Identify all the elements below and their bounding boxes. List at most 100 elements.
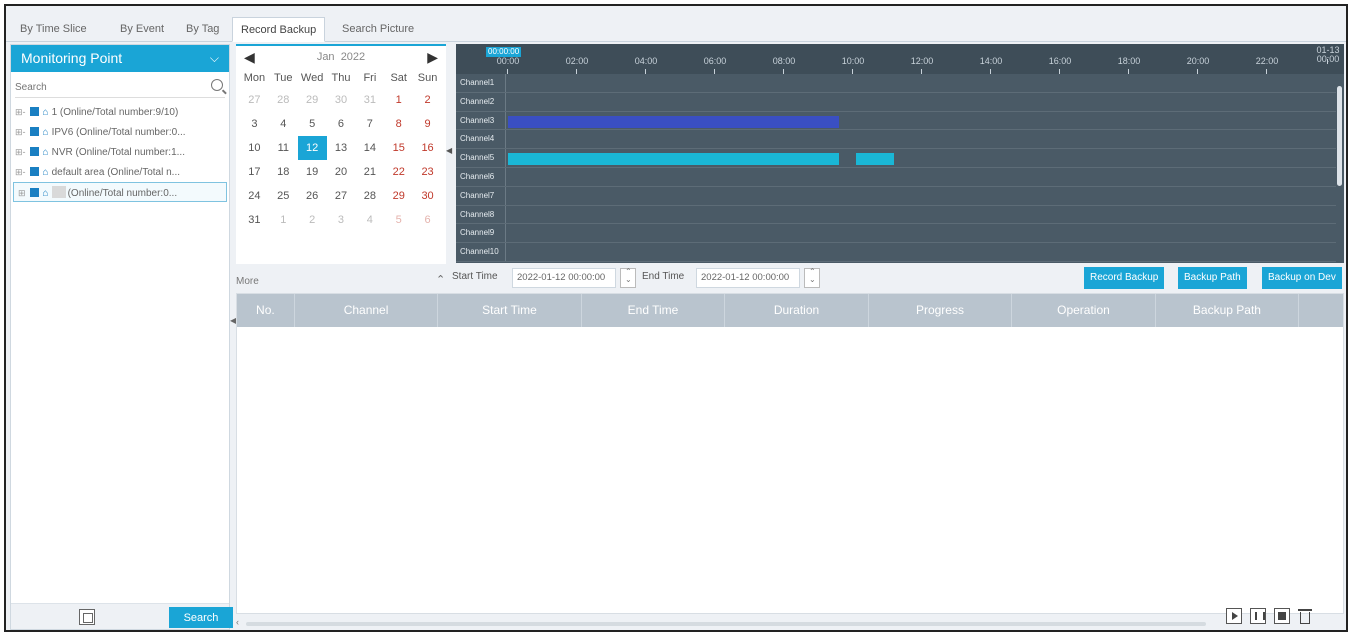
calendar-day[interactable]: 7 [355, 112, 384, 136]
start-time-spinner[interactable] [620, 267, 636, 288]
timeline-channel-row[interactable]: Channel7 [456, 186, 1344, 206]
calendar-day[interactable]: 10 [240, 136, 269, 160]
calendar-day[interactable]: 24 [240, 184, 269, 208]
backup-on-dev-button[interactable]: Backup on Dev [1262, 267, 1342, 289]
calendar-day[interactable]: 30 [413, 184, 442, 208]
calendar-day[interactable]: 16 [413, 136, 442, 160]
expand-icon[interactable]: ⊞- [15, 127, 26, 137]
calendar-day[interactable]: 1 [269, 208, 298, 232]
timeline-ruler[interactable]: 00:00:00 00:00 02:00 04:00 06:00 08:00 10:00 1… [456, 44, 1344, 74]
calendar-day[interactable]: 2 [298, 208, 327, 232]
expand-icon[interactable]: ⊞ [18, 188, 26, 198]
snapshot-icon[interactable] [79, 609, 95, 625]
calendar-day[interactable]: 1 [384, 88, 413, 112]
scroll-thumb[interactable] [246, 622, 1206, 626]
calendar-day[interactable]: 21 [355, 160, 384, 184]
search-input[interactable] [15, 78, 195, 96]
calendar-day[interactable]: 29 [298, 88, 327, 112]
timeline-channel-row[interactable]: Channel2 [456, 92, 1344, 112]
calendar-day[interactable]: 13 [327, 136, 356, 160]
calendar-day[interactable]: 11 [269, 136, 298, 160]
calendar-day[interactable]: 8 [384, 112, 413, 136]
tree-item[interactable]: ⊞- ⌂ 1 (Online/Total number:9/10) [11, 102, 229, 122]
checkbox[interactable] [29, 167, 39, 176]
calendar-day[interactable]: 17 [240, 160, 269, 184]
tree-item[interactable]: ⊞- ⌂ NVR (Online/Total number:1... [11, 142, 229, 162]
calendar-day[interactable]: 6 [327, 112, 356, 136]
tab-search-picture[interactable]: Search Picture [334, 17, 422, 42]
tab-record-backup[interactable]: Record Backup [232, 17, 326, 42]
table-hscrollbar[interactable]: ‹ [236, 617, 1216, 627]
calendar-day-selected[interactable]: 12 [297, 136, 327, 160]
calendar-day[interactable]: 18 [269, 160, 298, 184]
start-time-input[interactable]: 2022-01-12 00:00:00 [512, 268, 616, 288]
timeline-channel-row[interactable]: Channel3 [456, 111, 1344, 131]
expand-icon[interactable]: ⊞- [15, 107, 26, 117]
tab-by-time-slice[interactable]: By Time Slice [12, 17, 95, 42]
timeline-channel-row[interactable]: Channel1 [456, 74, 1344, 93]
pause-icon[interactable] [1250, 608, 1266, 624]
calendar-day[interactable]: 9 [413, 112, 442, 136]
tree-item[interactable]: ⊞- ⌂ default area (Online/Total n... [11, 162, 229, 182]
scroll-left-icon[interactable]: ‹ [236, 617, 239, 627]
calendar-day[interactable]: 28 [355, 184, 384, 208]
calendar-day[interactable]: 5 [384, 208, 413, 232]
checkbox[interactable] [29, 107, 39, 116]
more-label[interactable]: More [236, 276, 259, 287]
backup-path-button[interactable]: Backup Path [1178, 267, 1247, 289]
calendar-day[interactable]: 2 [413, 88, 442, 112]
calendar-day[interactable]: 5 [298, 112, 327, 136]
calendar-day[interactable]: 20 [327, 160, 356, 184]
calendar-day[interactable]: 28 [269, 88, 298, 112]
stop-icon[interactable] [1274, 608, 1290, 624]
delete-icon[interactable] [1298, 607, 1312, 625]
record-backup-button[interactable]: Record Backup [1084, 267, 1165, 289]
calendar-day[interactable]: 26 [298, 184, 327, 208]
chevron-down-icon[interactable]: ⌵ [210, 45, 219, 72]
timeline-channel-row[interactable]: Channel4 [456, 130, 1344, 150]
next-month-icon[interactable]: ▶ [427, 46, 438, 68]
timeline-channel-row[interactable]: Channel5 [456, 149, 1344, 168]
calendar-day[interactable]: 22 [384, 160, 413, 184]
calendar-day[interactable]: 25 [269, 184, 298, 208]
calendar-day[interactable]: 27 [240, 88, 269, 112]
tree-item-selected[interactable]: ⊞ ⌂ (Online/Total number:0... [13, 182, 227, 202]
calendar-day[interactable]: 14 [355, 136, 384, 160]
timeline-channel-row[interactable]: Channel6 [456, 167, 1344, 187]
calendar-day[interactable]: 31 [240, 208, 269, 232]
collapse-up-icon[interactable]: ⌃ [436, 273, 445, 286]
expand-icon[interactable]: ⊞- [15, 147, 26, 157]
calendar-day[interactable]: 30 [327, 88, 356, 112]
calendar-day[interactable]: 3 [327, 208, 356, 232]
calendar-day[interactable]: 27 [327, 184, 356, 208]
calendar-day[interactable]: 15 [384, 136, 413, 160]
collapse-calendar-handle[interactable]: ◀ [446, 146, 452, 155]
recording-segment[interactable] [856, 153, 895, 166]
checkbox[interactable] [29, 127, 39, 136]
expand-icon[interactable]: ⊞- [15, 167, 26, 177]
calendar-day[interactable]: 19 [298, 160, 327, 184]
timeline-channel-row[interactable]: Channel8 [456, 205, 1344, 225]
calendar-day[interactable]: 6 [413, 208, 442, 232]
calendar-day[interactable]: 23 [413, 160, 442, 184]
calendar-day[interactable]: 4 [355, 208, 384, 232]
search-icon[interactable] [211, 79, 223, 91]
end-time-spinner[interactable] [804, 267, 820, 288]
play-icon[interactable] [1226, 608, 1242, 624]
tree-item[interactable]: ⊞- ⌂ IPV6 (Online/Total number:0... [11, 122, 229, 142]
recording-segment[interactable] [508, 153, 840, 166]
checkbox[interactable] [29, 188, 39, 197]
monitoring-point-header[interactable]: Monitoring Point ⌵ [11, 45, 229, 72]
tab-by-event[interactable]: By Event [112, 17, 172, 42]
timeline-channel-row[interactable]: Channel9 [456, 224, 1344, 244]
timeline-channel-row[interactable]: Channel10 [456, 243, 1344, 262]
recording-segment[interactable] [508, 115, 840, 128]
calendar-day[interactable]: 29 [384, 184, 413, 208]
checkbox[interactable] [29, 147, 39, 156]
calendar-day[interactable]: 3 [240, 112, 269, 136]
prev-month-icon[interactable]: ◀ [244, 46, 255, 68]
calendar-day[interactable]: 31 [355, 88, 384, 112]
scroll-thumb[interactable] [1337, 86, 1342, 186]
search-button[interactable]: Search [169, 607, 233, 628]
tab-by-tag[interactable]: By Tag [178, 17, 227, 42]
